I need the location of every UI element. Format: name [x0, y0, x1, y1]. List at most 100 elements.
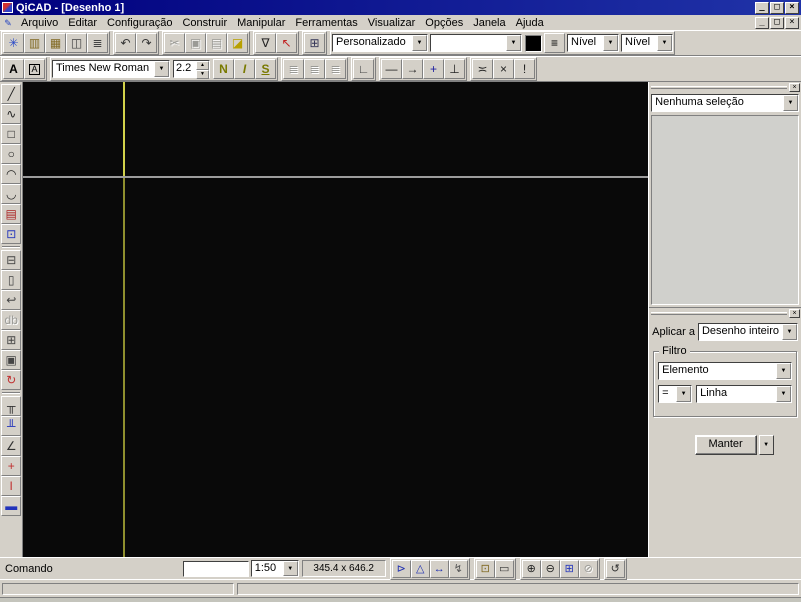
polyline-tool-icon[interactable]: ∿ [1, 104, 22, 124]
copy-icon[interactable]: ▣ [185, 33, 206, 53]
chevron-down-icon[interactable]: ▼ [506, 35, 521, 51]
block-insert-tool-icon[interactable]: ⊡ [1, 224, 22, 244]
dim-angle-tool-icon[interactable]: ∠ [1, 436, 22, 456]
arc-tool-icon[interactable]: ◠ [1, 164, 22, 184]
chevron-down-icon[interactable]: ▼ [603, 35, 618, 51]
open-drawing-icon[interactable]: ▥ [24, 33, 45, 53]
selection-combo[interactable]: Nenhuma seleção ▼ [651, 94, 799, 112]
menu-ajuda[interactable]: Ajuda [511, 16, 549, 30]
chevron-down-icon[interactable]: ▼ [282, 561, 298, 576]
dim-vertical-tool-icon[interactable]: ╨ [1, 416, 22, 436]
print-icon[interactable]: ≣ [87, 33, 108, 53]
document-icon[interactable]: ✎ [2, 17, 14, 29]
chevron-down-icon[interactable]: ▼ [776, 386, 791, 402]
bold-icon[interactable]: N [213, 59, 234, 79]
text-color-icon[interactable]: A [3, 59, 24, 79]
exclamation-icon[interactable]: ! [514, 59, 535, 79]
text-baseline-icon[interactable]: ∟ [353, 59, 374, 79]
keep-button[interactable]: Manter [694, 435, 757, 455]
italic-icon[interactable]: I [234, 59, 255, 79]
minimize-button[interactable]: _ [755, 1, 769, 14]
align-left-icon[interactable]: ≣ [283, 59, 304, 79]
snap-tools-icon[interactable]: ↯ [448, 559, 468, 578]
text-tool-icon[interactable]: ▤ [1, 204, 22, 224]
menu-construir[interactable]: Construir [177, 16, 232, 30]
chevron-down-icon[interactable]: ▼ [657, 35, 672, 51]
chevron-down-icon[interactable]: ▼ [154, 61, 169, 77]
rectangle-tool-icon[interactable]: □ [1, 124, 22, 144]
close-icon[interactable]: × [789, 309, 800, 318]
scale-combo[interactable]: 1:50 ▼ [250, 560, 299, 577]
duplicate-tool-icon[interactable]: ▣ [1, 350, 22, 370]
close-icon[interactable]: × [789, 83, 800, 92]
zoom-out-icon[interactable]: ⊖ [540, 559, 560, 578]
align-right-icon[interactable]: ≣ [325, 59, 346, 79]
cross-icon[interactable]: × [493, 59, 514, 79]
menu-arquivo[interactable]: Arquivo [16, 16, 63, 30]
new-drawing-icon[interactable]: ✳ [3, 33, 24, 53]
menu-janela[interactable]: Janela [468, 16, 510, 30]
linestyle-combo[interactable]: ▼ [430, 34, 522, 52]
restore-button[interactable]: □ [770, 1, 784, 14]
segment-marks-icon[interactable]: ≍ [472, 59, 493, 79]
chevron-down-icon[interactable]: ▼ [783, 95, 798, 111]
style-combo[interactable]: Personalizado ▼ [332, 34, 428, 52]
level-combo-2[interactable]: Nível ▼ [621, 34, 673, 52]
properties-icon[interactable]: ⊞ [304, 33, 325, 53]
spin-up-icon[interactable]: ▲ [196, 61, 209, 70]
snap-angle-icon[interactable]: △ [410, 559, 430, 578]
menu-visualizar[interactable]: Visualizar [363, 16, 421, 30]
panel-grip[interactable] [651, 86, 787, 89]
apply-combo[interactable]: Desenho inteiro ▼ [697, 323, 798, 341]
spin-down-icon[interactable]: ▼ [196, 70, 209, 79]
view-region-icon[interactable]: ⊡ [475, 559, 495, 578]
operator-combo[interactable]: = ▼ [658, 385, 693, 403]
select-special-icon[interactable]: ↖ [276, 33, 297, 53]
redo-icon[interactable]: ↷ [136, 33, 157, 53]
type-combo[interactable]: Linha ▼ [696, 385, 792, 403]
snap-distance-icon[interactable]: ↔ [429, 559, 449, 578]
snap-nearest-icon[interactable]: ⊳ [391, 559, 411, 578]
child-minimize-button[interactable]: _ [755, 16, 769, 29]
child-close-button[interactable]: × [785, 16, 799, 29]
dim-horizontal-tool-icon[interactable]: ╥ [1, 396, 22, 416]
menu-editar[interactable]: Editar [63, 16, 102, 30]
layers-icon[interactable]: ≡ [544, 33, 565, 53]
underline-icon[interactable]: S [255, 59, 276, 79]
menu-manipular[interactable]: Manipular [232, 16, 290, 30]
offset-tool-icon[interactable]: ↩ [1, 290, 22, 310]
curve-tool-icon[interactable]: ◡ [1, 184, 22, 204]
zoom-in-icon[interactable]: ⊕ [521, 559, 541, 578]
close-button[interactable]: × [785, 1, 799, 14]
child-restore-button[interactable]: □ [770, 16, 784, 29]
copy-tool-icon[interactable]: ⊞ [1, 330, 22, 350]
element-combo[interactable]: Elemento ▼ [658, 362, 792, 380]
keep-more-button[interactable]: ▼ [758, 435, 774, 455]
zoom-window-icon[interactable]: ⊞ [559, 559, 579, 578]
arrow-style-icon[interactable]: → [402, 59, 423, 79]
save-icon[interactable]: ▦ [45, 33, 66, 53]
view-window-icon[interactable]: ▭ [494, 559, 514, 578]
redraw-icon[interactable]: ↺ [605, 559, 625, 578]
dim-level-tool-icon[interactable]: I [1, 476, 22, 496]
font-combo[interactable]: Times New Roman ▼ [52, 60, 170, 78]
cross-marker-icon[interactable]: + [423, 59, 444, 79]
print-preview-icon[interactable]: ◫ [66, 33, 87, 53]
rotate-tool-icon[interactable]: ↻ [1, 370, 22, 390]
zoom-previous-icon[interactable]: ⊘ [578, 559, 598, 578]
line-tool-icon[interactable]: ╱ [1, 84, 22, 104]
paste-icon[interactable]: ▤ [206, 33, 227, 53]
dim-marker-tool-icon[interactable]: + [1, 456, 22, 476]
trim-tool-icon[interactable]: ⊟ [1, 250, 22, 270]
filter-icon[interactable]: ∇ [255, 33, 276, 53]
undo-icon[interactable]: ↶ [115, 33, 136, 53]
align-center-icon[interactable]: ≣ [304, 59, 325, 79]
selection-list[interactable] [651, 115, 799, 305]
tick-marker-icon[interactable]: ⊥ [444, 59, 465, 79]
chevron-down-icon[interactable]: ▼ [676, 386, 692, 402]
chevron-down-icon[interactable]: ▼ [782, 324, 797, 340]
command-input[interactable] [182, 560, 249, 577]
text-style-icon[interactable]: A [24, 59, 45, 79]
cut-icon[interactable]: ✂ [164, 33, 185, 53]
erase-icon[interactable]: ◪ [227, 33, 248, 53]
